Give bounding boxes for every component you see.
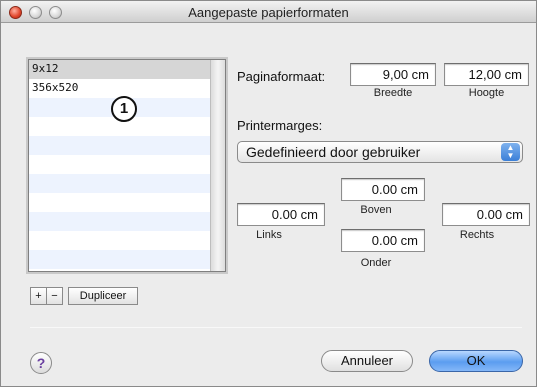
bottom-margin-label: Onder — [360, 257, 392, 269]
list-empty-row — [29, 250, 211, 269]
cancel-button[interactable]: Annuleer — [321, 350, 413, 372]
list-empty-row — [29, 136, 211, 155]
list-empty-row — [29, 174, 211, 193]
window-title: Aangepaste papierformaten — [188, 5, 349, 20]
custom-paper-sizes-dialog: Aangepaste papierformaten 9x12 356x520 1… — [0, 0, 537, 387]
duplicate-button[interactable]: Dupliceer — [68, 287, 138, 305]
callout-marker: 1 — [111, 96, 137, 122]
list-item[interactable]: 356x520 — [29, 79, 211, 98]
page-width-label: Breedte — [373, 87, 413, 99]
right-margin-label: Rechts — [459, 229, 495, 241]
list-empty-row — [29, 231, 211, 250]
bottom-margin-field[interactable]: 0.00 cm — [341, 229, 425, 252]
left-margin-field[interactable]: 0.00 cm — [237, 203, 325, 226]
margins-preset-popup[interactable]: Gedefinieerd door gebruiker ▲ ▼ — [237, 141, 523, 163]
printer-margins-label: Printermarges: — [237, 118, 323, 133]
right-margin-field[interactable]: 0.00 cm — [442, 203, 530, 226]
ok-button[interactable]: OK — [429, 350, 523, 372]
list-empty-row — [29, 155, 211, 174]
list-empty-row — [29, 212, 211, 231]
page-height-field[interactable]: 12,00 cm — [444, 63, 529, 86]
list-empty-row — [29, 193, 211, 212]
page-size-label: Paginaformaat: — [237, 69, 326, 84]
list-item[interactable]: 9x12 — [29, 60, 211, 79]
popup-arrows-icon: ▲ ▼ — [501, 143, 520, 161]
title-bar[interactable]: Aangepaste papierformaten — [1, 1, 536, 23]
top-margin-label: Boven — [360, 204, 392, 216]
list-item-label: 356x520 — [32, 81, 79, 94]
footer-divider — [30, 327, 522, 328]
remove-paper-size-button[interactable]: − — [46, 287, 63, 305]
page-width-field[interactable]: 9,00 cm — [350, 63, 436, 86]
list-scrollbar[interactable] — [210, 60, 225, 271]
help-button[interactable]: ? — [30, 352, 52, 374]
add-paper-size-button[interactable]: + — [30, 287, 47, 305]
page-height-label: Hoogte — [468, 87, 505, 99]
list-item-label: 9x12 — [32, 62, 59, 75]
paper-size-list[interactable]: 9x12 356x520 — [28, 59, 226, 272]
margins-preset-value: Gedefinieerd door gebruiker — [246, 144, 421, 160]
left-margin-label: Links — [256, 229, 282, 241]
top-margin-field[interactable]: 0.00 cm — [341, 178, 425, 201]
